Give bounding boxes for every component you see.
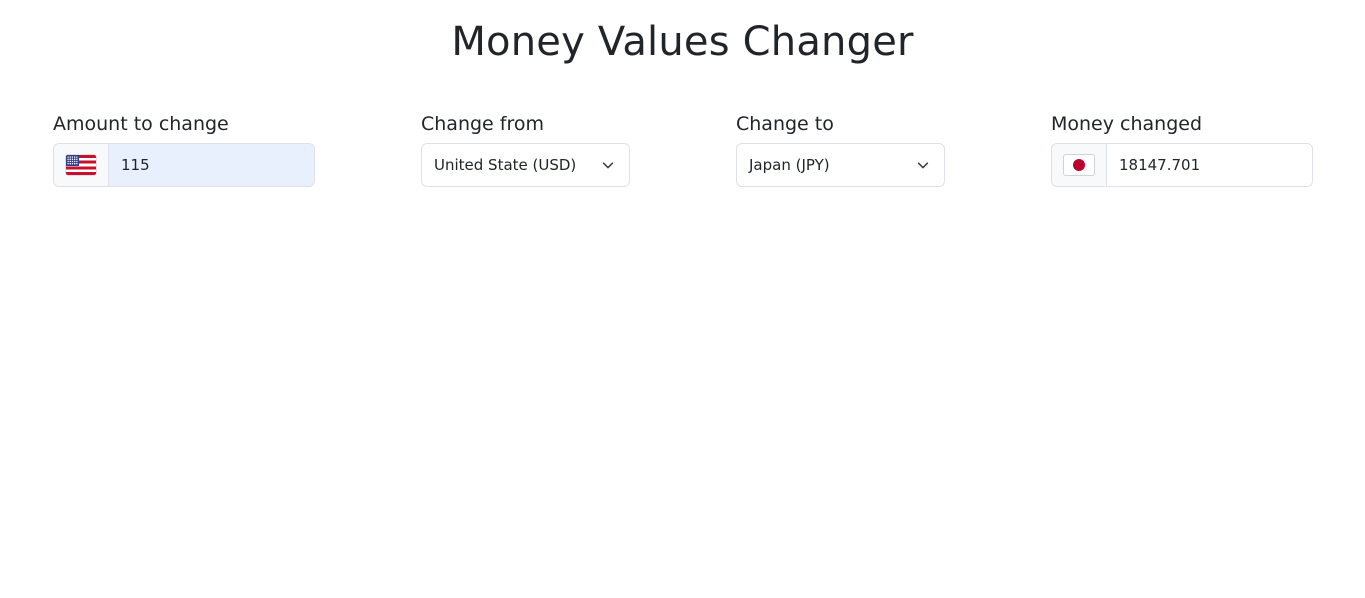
- jp-flag-icon: [1064, 155, 1094, 175]
- amount-input[interactable]: [109, 144, 314, 186]
- amount-field: Amount to change: [53, 112, 315, 187]
- change-to-label: Change to: [736, 113, 834, 135]
- amount-input-group: [53, 143, 315, 187]
- amount-label: Amount to change: [53, 113, 229, 135]
- change-from-field: Change from United State (USD): [421, 112, 630, 187]
- chevron-down-icon: [917, 162, 929, 169]
- chevron-down-icon: [602, 162, 614, 169]
- change-to-select[interactable]: Japan (JPY): [736, 143, 945, 187]
- change-from-selected-value: United State (USD): [434, 156, 577, 174]
- change-to-field: Change to Japan (JPY): [736, 112, 945, 187]
- us-flag-icon: [66, 155, 96, 175]
- change-from-label: Change from: [421, 113, 544, 135]
- page-title: Money Values Changer: [451, 19, 914, 65]
- amount-flag-addon: [54, 144, 109, 186]
- change-from-select[interactable]: United State (USD): [421, 143, 630, 187]
- money-changed-flag-addon: [1052, 144, 1107, 186]
- money-changed-field: Money changed: [1051, 112, 1313, 187]
- money-changed-input-group: [1051, 143, 1313, 187]
- change-to-selected-value: Japan (JPY): [749, 156, 830, 174]
- money-changed-output[interactable]: [1107, 144, 1312, 186]
- money-changed-label: Money changed: [1051, 113, 1203, 135]
